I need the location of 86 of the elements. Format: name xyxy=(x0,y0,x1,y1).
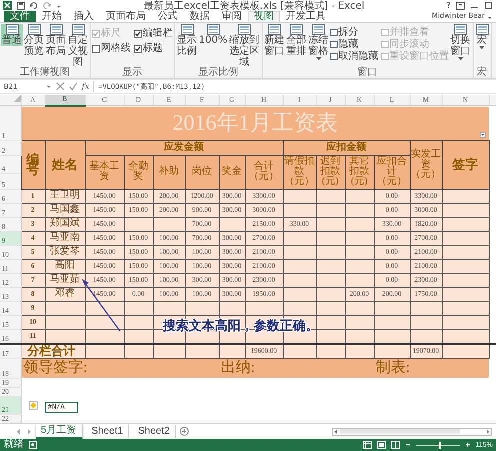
horizontal-scrollbar[interactable] xyxy=(332,428,492,436)
column-heading: 姓名 xyxy=(45,140,85,189)
column-heading: 应扣金额 xyxy=(283,140,410,155)
group-label: 显示比例 xyxy=(198,68,238,78)
column-heading: 全勤奖 xyxy=(124,155,153,189)
ribbon-tab[interactable]: 文件 xyxy=(4,11,36,22)
ribbon-button[interactable]: 自定义视图 xyxy=(67,24,89,68)
checkbox-label: 标尺 xyxy=(101,28,121,39)
signature-label: 出纳: xyxy=(221,360,256,376)
checkbox-label: 编辑栏 xyxy=(143,28,173,39)
ribbon-options-icon[interactable] xyxy=(456,2,465,10)
ribbon-tab[interactable]: 开始 xyxy=(36,11,68,22)
group-label: 宏 xyxy=(477,68,488,78)
column-heading: 合计（元） xyxy=(245,155,283,189)
table-cell: 马国鑫 xyxy=(45,203,85,217)
ribbon-tab[interactable]: 数据 xyxy=(184,11,216,22)
group-label: 显示 xyxy=(122,68,142,78)
checkbox[interactable] xyxy=(134,44,142,52)
undo-icon[interactable] xyxy=(30,2,38,10)
group-label: 工作簿视图 xyxy=(20,68,70,78)
column-heading: 实发工资（元） xyxy=(410,140,442,189)
ribbon-button[interactable]: 新建窗口 xyxy=(264,24,286,57)
checkbox-label: 标题 xyxy=(143,43,163,54)
maximize-icon[interactable] xyxy=(484,2,493,10)
table-cell: 邓睿 xyxy=(45,287,85,301)
column-heading: 补助 xyxy=(153,155,185,189)
column-heading: 迟到扣款(元) xyxy=(316,155,345,189)
sheet-title: 2016年1月工资表 xyxy=(172,110,338,135)
add-sheet-icon[interactable] xyxy=(180,427,189,436)
ribbon-button[interactable]: 显示比例 xyxy=(176,24,198,57)
macro-record-icon[interactable] xyxy=(29,441,37,449)
signature-label: 领导签字: xyxy=(24,360,88,376)
page-layout-icon[interactable] xyxy=(376,441,386,449)
checkbox-label: 网格线 xyxy=(101,43,131,54)
sheet-tab[interactable]: Sheet1 xyxy=(86,425,130,438)
column-heading: 编号 xyxy=(21,140,45,189)
group-label: 窗口 xyxy=(358,68,378,78)
ribbon-button[interactable]: 拆分 xyxy=(330,26,379,38)
enter-icon[interactable] xyxy=(69,82,78,91)
sheet-tab[interactable]: 5月工资 xyxy=(36,424,83,439)
table-cell: 王卫明 xyxy=(45,189,85,203)
ribbon-tab[interactable]: 审阅 xyxy=(216,11,248,22)
zoom-in-icon[interactable] xyxy=(464,441,471,449)
checkbox[interactable] xyxy=(92,44,100,52)
column-heading: 基本工资 xyxy=(85,155,124,189)
sheet-tab[interactable]: Sheet2 xyxy=(133,425,176,438)
table-cell: 张爱琴 xyxy=(45,245,85,259)
column-heading: 其它扣款(元) xyxy=(345,155,374,189)
arrow xyxy=(82,279,120,332)
signature-label: 制表: xyxy=(376,360,410,376)
column-heading: 请假扣款（元） xyxy=(283,155,316,189)
ribbon-tab[interactable]: 插入 xyxy=(68,11,100,22)
help-button[interactable]: ? xyxy=(446,1,451,10)
ribbon-button[interactable]: 切换窗口 xyxy=(450,24,472,61)
ribbon-button[interactable]: 取消隐藏 xyxy=(330,50,379,62)
ribbon-tab[interactable]: 页面布局 xyxy=(100,11,152,22)
column-heading: 应发金额 xyxy=(85,140,283,155)
caret-icon[interactable] xyxy=(487,14,493,22)
window-title: 最新员工excel工资表模板.xls [兼容模式] - Excel xyxy=(144,0,366,12)
ribbon-button[interactable]: 100% xyxy=(198,24,229,46)
ribbon-tab[interactable]: 视图 xyxy=(248,11,280,22)
column-heading: 奖金 xyxy=(219,155,245,189)
ribbon-button[interactable]: 冻结窗格 xyxy=(308,24,330,61)
ribbon-tab[interactable]: 开发工具 xyxy=(280,11,332,22)
insert-function-button[interactable]: fx xyxy=(82,82,90,91)
ribbon-tab[interactable]: 公式 xyxy=(152,11,184,22)
normal-view-icon[interactable] xyxy=(362,441,372,449)
page-break-icon[interactable] xyxy=(390,441,400,449)
ribbon-button[interactable]: 页面布局 xyxy=(45,24,67,57)
cancel-icon[interactable] xyxy=(56,82,65,91)
ribbon-button[interactable]: 全部重排 xyxy=(286,24,308,57)
column-heading: 签字 xyxy=(442,140,489,189)
ribbon-button[interactable]: 宏 xyxy=(474,24,490,50)
ribbon-button[interactable]: 分页预览 xyxy=(23,24,45,57)
column-heading: 岗位 xyxy=(185,155,219,189)
checkbox[interactable] xyxy=(134,30,142,38)
ribbon-button[interactable]: 隐藏 xyxy=(330,38,379,50)
column-heading: 应扣合计（元） xyxy=(374,155,410,189)
dropdown-icon[interactable] xyxy=(480,132,486,138)
spreadsheet-logo-icon[interactable] xyxy=(3,1,12,10)
save-icon[interactable] xyxy=(17,2,25,10)
ribbon-button[interactable]: 普通 xyxy=(1,24,23,46)
status-text: 就绪 xyxy=(4,439,24,451)
table-cell: 郑国斌 xyxy=(45,217,85,231)
table-cell: 马亚南 xyxy=(45,231,85,245)
ribbon-button[interactable]: 缩放到选定区域 xyxy=(228,24,261,68)
